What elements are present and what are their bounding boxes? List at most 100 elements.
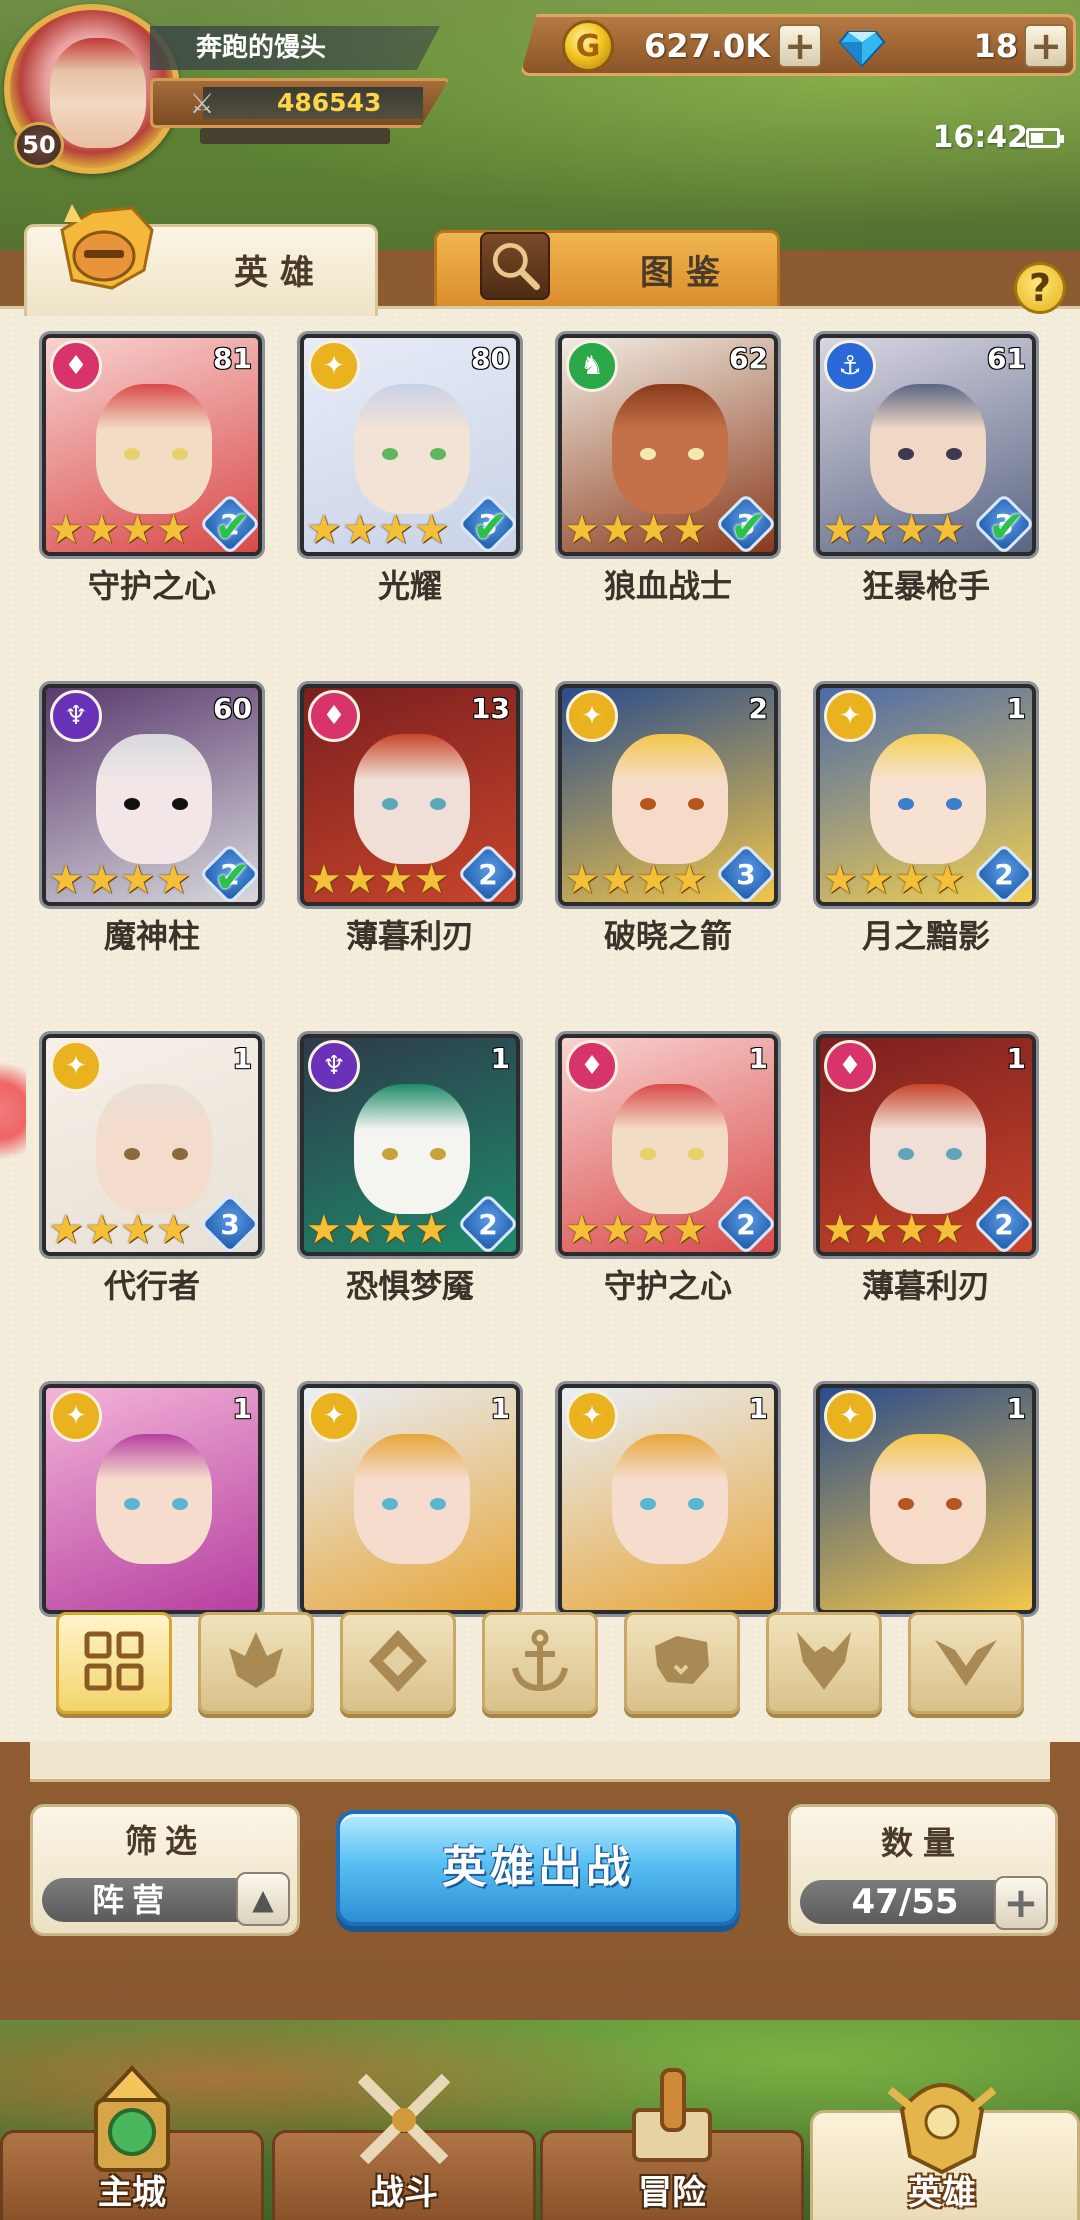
hero-level: 2: [748, 692, 768, 725]
hero-card[interactable]: ♦ 1 ★ ★ ★ ★ 2: [816, 1034, 1036, 1256]
star-icon: ★: [893, 507, 930, 553]
filter-beast-button[interactable]: [624, 1612, 740, 1714]
star-icon: ★: [893, 857, 930, 903]
deployed-check-icon: ✔: [988, 502, 1025, 553]
filter-demon-button[interactable]: [766, 1612, 882, 1714]
status-time: 16:42: [932, 120, 1029, 155]
star-rating: ★ ★ ★ ★: [564, 510, 707, 550]
hero-level: 61: [987, 342, 1026, 375]
hero-card[interactable]: ✦ 1: [300, 1384, 520, 1614]
star-icon: ★: [48, 1207, 84, 1253]
hero-name: 光耀: [377, 567, 442, 605]
rank-number: 2: [478, 1207, 498, 1241]
hero-card[interactable]: ♆ 1 ★ ★ ★ ★ 2: [300, 1034, 520, 1256]
hero-level: 1: [1006, 692, 1026, 725]
add-gems-button[interactable]: +: [1024, 24, 1068, 68]
hero-name: 魔神柱: [103, 917, 200, 955]
help-button[interactable]: ?: [1014, 262, 1066, 314]
hero-card[interactable]: ♦ 13 ★ ★ ★ ★ 2: [300, 684, 520, 906]
filter-value: 阵营: [91, 1881, 172, 1919]
star-icon: ★: [341, 507, 378, 553]
star-icon: ★: [857, 1207, 894, 1253]
star-rating: ★ ★ ★ ★: [306, 860, 449, 900]
player-name: 奔跑的馒头: [150, 26, 440, 70]
star-icon: ★: [341, 857, 378, 903]
filter-light-button[interactable]: [908, 1612, 1024, 1714]
gold-coin-icon: G: [562, 20, 614, 72]
expand-capacity-button[interactable]: +: [994, 1876, 1048, 1930]
faction-badge-icon: ♆: [50, 690, 102, 742]
hero-card[interactable]: ⚓ 61 ★ ★ ★ ★ 3 ✔: [816, 334, 1036, 556]
hero-card[interactable]: ✦ 1 ★ ★ ★ ★ 3: [42, 1034, 262, 1256]
star-icon: ★: [671, 857, 708, 903]
grid-icon: [79, 1626, 149, 1700]
hero-helmet-icon: [882, 2060, 1002, 2180]
diamond-gem-icon: [838, 31, 886, 68]
deploy-heroes-button[interactable]: 英雄出战: [336, 1810, 740, 1926]
player-level-badge: 50: [14, 122, 64, 168]
filter-gold-diamond-button[interactable]: [340, 1612, 456, 1714]
star-rating: ★ ★ ★ ★: [564, 1210, 707, 1250]
hero-card[interactable]: ♦ 81 ★ ★ ★ ★ 2 ✔: [42, 334, 262, 556]
rank-number: 3: [220, 1207, 240, 1241]
star-icon: ★: [306, 1207, 342, 1253]
hero-card[interactable]: ♞ 62 ★ ★ ★ ★ 3 ✔: [558, 334, 778, 556]
hero-level: 80: [471, 342, 510, 375]
hero-card[interactable]: ✦ 2 ★ ★ ★ ★ 3: [558, 684, 778, 906]
star-icon: ★: [564, 507, 600, 553]
star-icon: ★: [377, 1207, 414, 1253]
star-icon: ★: [822, 1207, 858, 1253]
star-rating: ★ ★ ★ ★: [48, 1210, 191, 1250]
beast-head-icon: [647, 1626, 717, 1700]
star-icon: ★: [306, 857, 342, 903]
filter-pink-button[interactable]: [198, 1612, 314, 1714]
count-title: 数量: [880, 1824, 965, 1862]
star-icon: ★: [377, 857, 414, 903]
star-icon: ★: [155, 857, 192, 903]
add-gold-button[interactable]: +: [778, 24, 822, 68]
rank-number: 2: [994, 857, 1014, 891]
nav-label: 冒险: [638, 2173, 706, 2213]
faction-badge-icon: ✦: [566, 690, 618, 742]
star-rating: ★ ★ ★ ★: [306, 1210, 449, 1250]
wings-icon: [931, 1626, 1001, 1700]
hero-card[interactable]: ✦ 1: [42, 1384, 262, 1614]
star-icon: ★: [564, 857, 600, 903]
hero-card[interactable]: ♦ 1 ★ ★ ★ ★ 2: [558, 1034, 778, 1256]
star-icon: ★: [48, 507, 84, 553]
star-icon: ★: [599, 857, 636, 903]
filter-all-button[interactable]: [56, 1612, 172, 1714]
hero-name: 代行者: [103, 1267, 200, 1305]
faction-badge-icon: ⚓: [824, 340, 876, 392]
rank-number: 2: [736, 1207, 756, 1241]
chevron-up-icon[interactable]: ▲: [236, 1872, 290, 1926]
star-icon: ★: [635, 507, 672, 553]
star-icon: ★: [635, 857, 672, 903]
star-icon: ★: [306, 507, 342, 553]
filter-anchor-button[interactable]: [482, 1612, 598, 1714]
deployed-check-icon: ✔: [730, 502, 767, 553]
star-icon: ★: [155, 507, 192, 553]
star-icon: ★: [857, 507, 894, 553]
faction-badge-icon: ✦: [824, 690, 876, 742]
hero-card[interactable]: ✦ 1: [816, 1384, 1036, 1614]
hero-card[interactable]: ✦ 1: [558, 1384, 778, 1614]
hero-card[interactable]: ✦ 1 ★ ★ ★ ★ 2: [816, 684, 1036, 906]
star-icon: ★: [893, 1207, 930, 1253]
star-icon: ★: [929, 1207, 966, 1253]
nav-label: 主城: [98, 2173, 166, 2213]
nav-label: 战斗: [370, 2173, 438, 2213]
faction-badge-icon: ♦: [50, 340, 102, 392]
star-icon: ★: [341, 1207, 378, 1253]
hero-level: 1: [232, 1042, 252, 1075]
power-value: 486543: [203, 87, 423, 119]
hero-card[interactable]: ✦ 80 ★ ★ ★ ★ 3 ✔: [300, 334, 520, 556]
hero-level: 13: [471, 692, 510, 725]
hero-name: 狂暴枪手: [861, 567, 990, 605]
star-rating: ★ ★ ★ ★: [822, 1210, 965, 1250]
gem-amount: 18: [973, 27, 1018, 65]
star-icon: ★: [413, 1207, 450, 1253]
hero-card[interactable]: ♆ 60 ★ ★ ★ ★ 2 ✔: [42, 684, 262, 906]
power-underbar: [200, 128, 390, 144]
faction-badge-icon: ✦: [308, 1390, 360, 1442]
